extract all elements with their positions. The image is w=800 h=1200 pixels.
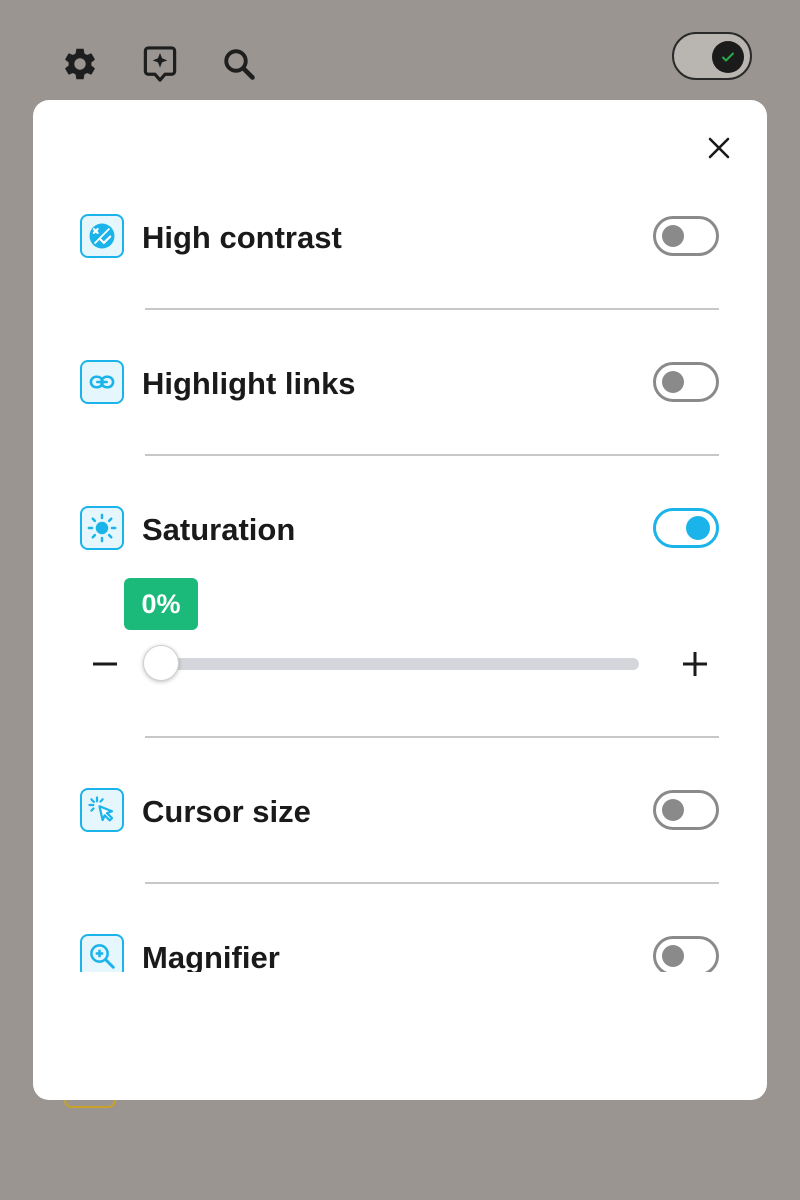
saturation-slider-thumb[interactable] (143, 645, 179, 681)
divider (145, 454, 719, 456)
dark-mode-toggle[interactable] (672, 32, 752, 80)
accessibility-panel: High contrast Highlight links Saturation… (33, 100, 767, 1100)
decrease-saturation-button[interactable] (85, 644, 125, 684)
magnifier-toggle[interactable] (653, 936, 719, 972)
feature-label: Highlight links (142, 366, 356, 401)
top-toolbar (0, 0, 800, 100)
increase-saturation-button[interactable] (675, 644, 715, 684)
feature-row-highlight-links: Highlight links (80, 358, 720, 406)
feature-label: Cursor size (142, 794, 311, 829)
gear-icon[interactable] (60, 44, 100, 84)
saturation-toggle[interactable] (653, 508, 719, 548)
saturation-slider-track[interactable] (157, 658, 639, 670)
zoom-in-icon (80, 934, 124, 972)
cursor-icon (80, 788, 124, 832)
feature-row-magnifier: Magnifier (80, 932, 720, 972)
feature-row-saturation: Saturation (80, 504, 720, 552)
feature-row-high-contrast: High contrast (80, 212, 720, 260)
feature-list: High contrast Highlight links Saturation… (33, 100, 767, 972)
feature-label: High contrast (142, 220, 342, 255)
divider (145, 736, 719, 738)
sparkle-pin-icon[interactable] (140, 44, 180, 84)
minus-icon (93, 662, 117, 666)
feature-label: Magnifier (142, 940, 280, 972)
feature-label: Saturation (142, 512, 296, 547)
link-icon (80, 360, 124, 404)
search-icon[interactable] (219, 44, 259, 84)
check-icon (712, 41, 744, 73)
plus-icon (683, 652, 707, 676)
contrast-icon (80, 214, 124, 258)
high-contrast-toggle[interactable] (653, 216, 719, 256)
divider (145, 308, 719, 310)
feature-row-cursor-size: Cursor size (80, 786, 720, 834)
cursor-size-toggle[interactable] (653, 790, 719, 830)
highlight-links-toggle[interactable] (653, 362, 719, 402)
divider (145, 882, 719, 884)
saturation-value-badge: 0% (124, 578, 198, 630)
brightness-icon (80, 506, 124, 550)
